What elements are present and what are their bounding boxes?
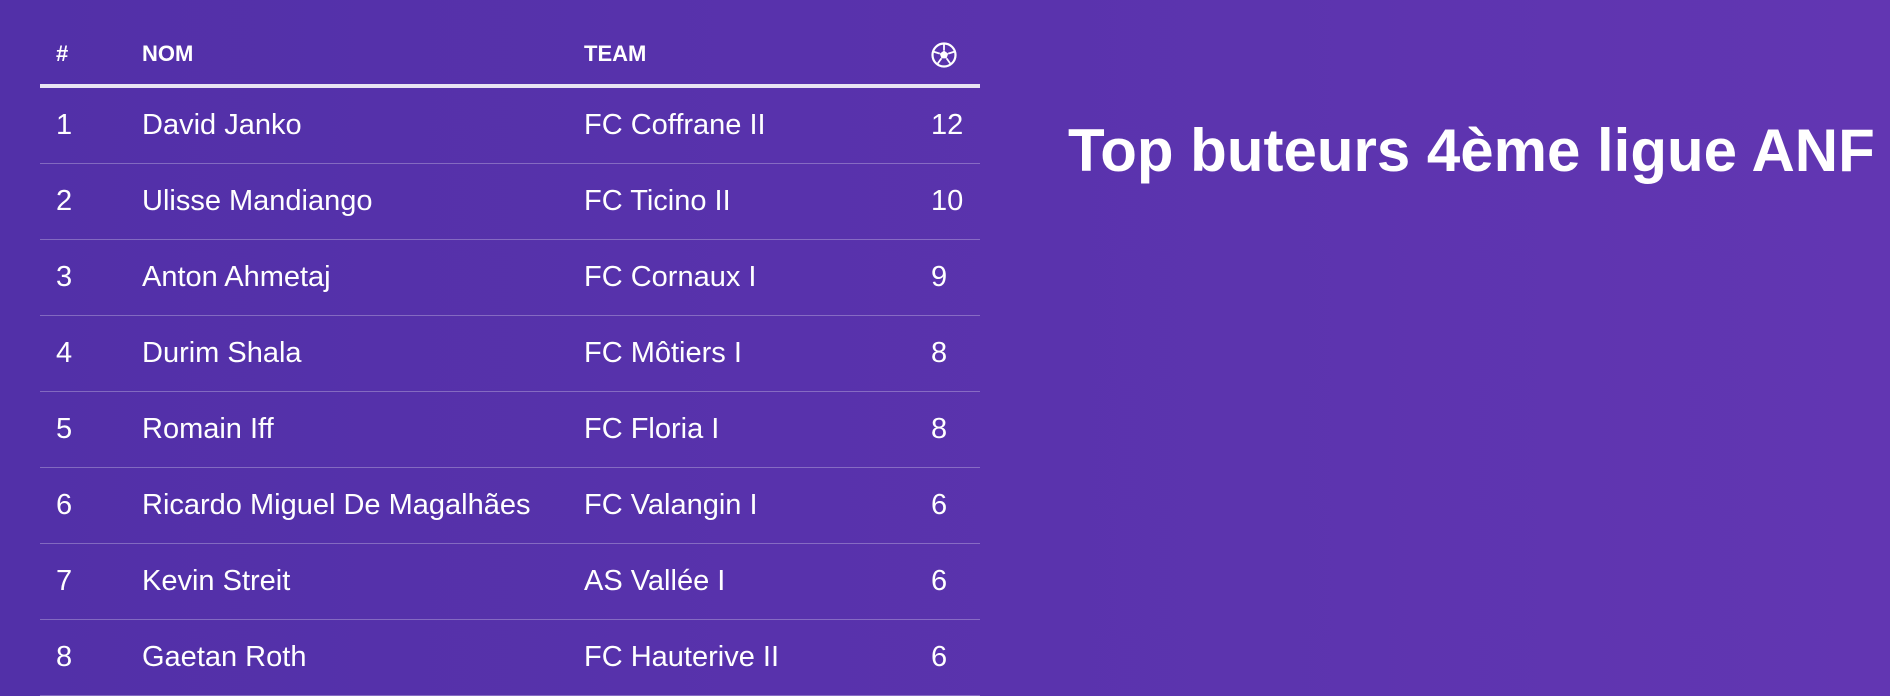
rank-cell: 6 — [40, 467, 142, 544]
table-header-row: # NOM TEAM — [40, 24, 980, 88]
goals-cell: 10 — [931, 163, 980, 240]
team-cell: FC Coffrane II — [584, 86, 931, 164]
player-name-cell: Ulisse Mandiango — [142, 163, 584, 240]
goals-cell: 6 — [931, 543, 980, 620]
player-name-cell: Gaetan Roth — [142, 619, 584, 696]
team-cell: AS Vallée I — [584, 543, 931, 620]
player-name-cell: Anton Ahmetaj — [142, 239, 584, 316]
top-scorers-table: # NOM TEAM 1 David Janko FC Coffrane II … — [40, 24, 980, 696]
rank-cell: 1 — [40, 86, 142, 164]
name-column-header: NOM — [142, 24, 584, 88]
team-cell: FC Môtiers I — [584, 315, 931, 392]
page-title: Top buteurs 4ème ligue ANF — [1068, 117, 1875, 184]
table-header: # NOM TEAM — [40, 24, 980, 88]
goals-cell: 6 — [931, 619, 980, 696]
team-cell: FC Floria I — [584, 391, 931, 468]
player-name-cell: Romain Iff — [142, 391, 584, 468]
table-row: 4 Durim Shala FC Môtiers I 8 — [40, 315, 980, 392]
player-name-cell: Durim Shala — [142, 315, 584, 392]
team-cell: FC Hauterive II — [584, 619, 931, 696]
player-name-cell: Kevin Streit — [142, 543, 584, 620]
soccer-ball-icon — [931, 41, 957, 68]
rank-cell: 8 — [40, 619, 142, 696]
player-name-cell: David Janko — [142, 86, 584, 164]
rank-cell: 4 — [40, 315, 142, 392]
rank-column-header: # — [40, 24, 142, 88]
goals-column-header — [931, 24, 980, 88]
table-row: 7 Kevin Streit AS Vallée I 6 — [40, 543, 980, 620]
goals-cell: 8 — [931, 391, 980, 468]
table-row: 8 Gaetan Roth FC Hauterive II 6 — [40, 619, 980, 696]
rank-cell: 5 — [40, 391, 142, 468]
rank-cell: 3 — [40, 239, 142, 316]
table-row: 5 Romain Iff FC Floria I 8 — [40, 391, 980, 468]
table-row: 2 Ulisse Mandiango FC Ticino II 10 — [40, 163, 980, 240]
team-column-header: TEAM — [584, 24, 931, 88]
team-cell: FC Ticino II — [584, 163, 931, 240]
goals-cell: 9 — [931, 239, 980, 316]
table-row: 1 David Janko FC Coffrane II 12 — [40, 86, 980, 164]
rank-cell: 2 — [40, 163, 142, 240]
rank-cell: 7 — [40, 543, 142, 620]
goals-cell: 12 — [931, 86, 980, 164]
table-row: 3 Anton Ahmetaj FC Cornaux I 9 — [40, 239, 980, 316]
team-cell: FC Valangin I — [584, 467, 931, 544]
goals-cell: 8 — [931, 315, 980, 392]
player-name-cell: Ricardo Miguel De Magalhães — [142, 467, 584, 544]
table-row: 6 Ricardo Miguel De Magalhães FC Valangi… — [40, 467, 980, 544]
goals-cell: 6 — [931, 467, 980, 544]
table-body: 1 David Janko FC Coffrane II 12 2 Ulisse… — [40, 86, 980, 696]
team-cell: FC Cornaux I — [584, 239, 931, 316]
